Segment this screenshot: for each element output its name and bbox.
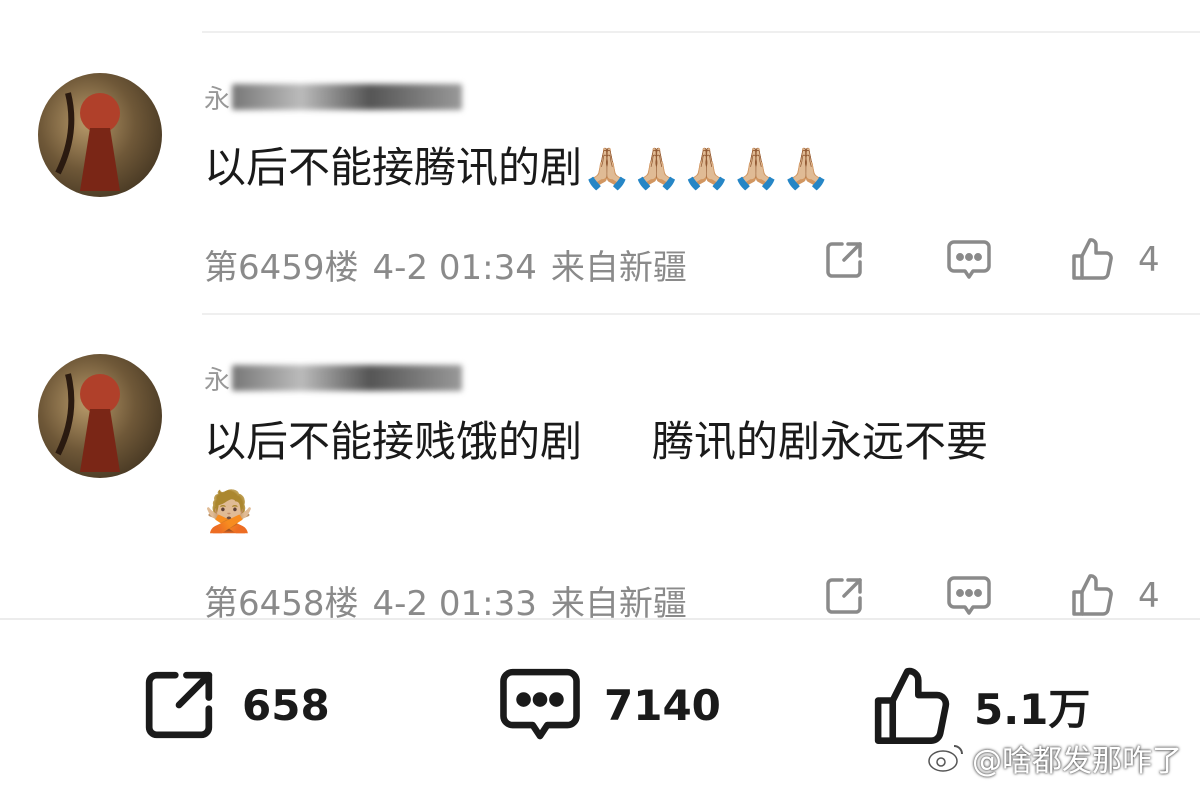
like-count: 4: [1138, 576, 1160, 616]
share-post-button[interactable]: 658: [138, 664, 330, 746]
like-button[interactable]: [1070, 572, 1114, 618]
share-count: 658: [242, 680, 330, 730]
weibo-logo-icon: [928, 745, 963, 772]
comment-count: 7140: [604, 680, 721, 730]
comment-post-button[interactable]: 7140: [498, 664, 721, 746]
timestamp: 4-2 01:34: [372, 248, 537, 288]
top-divider: [202, 31, 1200, 33]
share-button[interactable]: [822, 574, 866, 618]
redacted-username: [232, 365, 463, 391]
thumbs-up-icon: [1072, 238, 1113, 280]
share-icon: [826, 242, 862, 278]
username[interactable]: 永: [204, 82, 463, 115]
avatar[interactable]: [38, 73, 162, 197]
share-button[interactable]: [822, 238, 866, 282]
comment-icon: [947, 576, 991, 615]
comment-divider: [202, 313, 1200, 315]
avatar[interactable]: [38, 354, 162, 478]
watermark: @啥都发那咋了: [926, 736, 1182, 780]
comment-icon: [500, 668, 580, 740]
share-icon: [826, 578, 862, 614]
floor-number: 第6459楼: [204, 248, 359, 288]
no-gesture-emoji: 🙅🏼: [204, 489, 254, 535]
comment-text: 以后不能接腾讯的剧🙏🏼🙏🏼🙏🏼🙏🏼🙏🏼: [204, 143, 832, 192]
redacted-username: [232, 84, 463, 110]
like-count: 4: [1138, 240, 1160, 280]
like-button[interactable]: [1070, 236, 1114, 282]
username[interactable]: 永: [204, 363, 463, 396]
comment-emoji-line: 🙅🏼: [204, 483, 254, 540]
comment-text: 以后不能接贱饿的剧 腾讯的剧永远不要: [204, 417, 989, 466]
thumbs-up-icon: [1072, 574, 1113, 616]
reply-button[interactable]: [946, 574, 992, 618]
share-icon: [145, 671, 213, 739]
comment-icon: [947, 240, 991, 279]
like-count: 5.1万: [974, 684, 1091, 734]
pray-emoji: 🙏🏼🙏🏼🙏🏼🙏🏼🙏🏼: [582, 146, 832, 192]
location: 来自新疆: [550, 248, 687, 288]
comment-meta: 第6459楼 4-2 01:34 来自新疆: [204, 240, 701, 289]
reply-button[interactable]: [946, 238, 992, 282]
